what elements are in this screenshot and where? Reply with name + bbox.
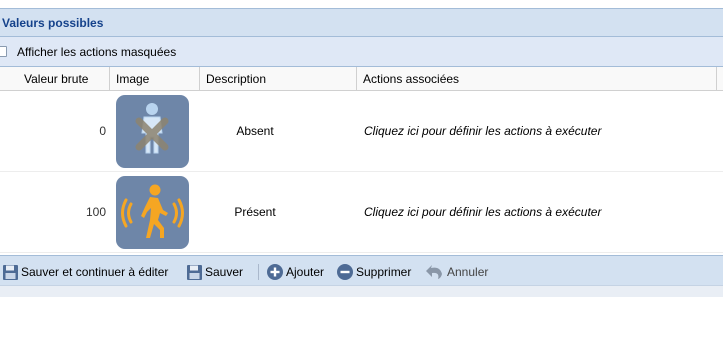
bottom-toolbar: Sauver et continuer à éditer Sauver Ajou… — [0, 255, 723, 285]
column-header-actions[interactable]: Actions associées — [357, 67, 717, 91]
actions-link[interactable]: Cliquez ici pour définir les actions à e… — [364, 172, 601, 253]
floppy-disk-icon — [3, 264, 18, 280]
grid-header: Valeur brute Image Description Actions a… — [0, 67, 723, 91]
panel-footer — [0, 285, 723, 297]
column-header-description[interactable]: Description — [200, 67, 357, 91]
panel-header: Valeurs possibles — [0, 9, 723, 37]
raw-value-cell: 100 — [85, 205, 106, 219]
show-hidden-checkbox[interactable] — [0, 46, 7, 57]
table-row[interactable]: 100 Présent Cliquez ici pour définir les… — [0, 172, 723, 253]
minus-circle-icon — [337, 264, 353, 280]
person-present-icon — [116, 176, 189, 249]
cancel-button[interactable]: Annuler — [425, 263, 488, 281]
cancel-label: Annuler — [447, 265, 489, 279]
undo-icon — [426, 264, 442, 279]
top-gap — [0, 0, 723, 8]
floppy-disk-icon — [187, 264, 202, 280]
delete-button[interactable]: Supprimer — [336, 263, 411, 281]
save-continue-label: Sauver et continuer à éditer — [21, 265, 169, 279]
values-grid: Valeur brute Image Description Actions a… — [0, 67, 723, 255]
table-row[interactable]: 0 Absent Cliquez ici pour définir les ac… — [0, 91, 723, 172]
actions-link[interactable]: Cliquez ici pour définir les actions à e… — [364, 91, 601, 172]
column-header-image[interactable]: Image — [110, 67, 200, 91]
person-absent-icon — [116, 95, 189, 168]
description-cell: Présent — [234, 205, 276, 219]
add-label: Ajouter — [286, 265, 325, 279]
delete-label: Supprimer — [356, 265, 412, 279]
save-continue-button[interactable]: Sauver et continuer à éditer — [2, 263, 168, 281]
raw-value-cell: 0 — [99, 124, 106, 138]
panel-title: Valeurs possibles — [2, 16, 104, 30]
values-panel: Valeurs possibles Afficher les actions m… — [0, 8, 723, 297]
show-hidden-label[interactable]: Afficher les actions masquées — [17, 45, 176, 59]
description-cell: Absent — [236, 124, 274, 138]
column-header-raw-value[interactable]: Valeur brute — [0, 67, 110, 91]
toolbar-separator — [258, 264, 259, 280]
options-bar: Afficher les actions masquées — [0, 37, 723, 67]
plus-circle-icon — [267, 264, 283, 280]
save-button[interactable]: Sauver — [186, 263, 243, 281]
save-label: Sauver — [205, 265, 244, 279]
add-button[interactable]: Ajouter — [266, 263, 324, 281]
